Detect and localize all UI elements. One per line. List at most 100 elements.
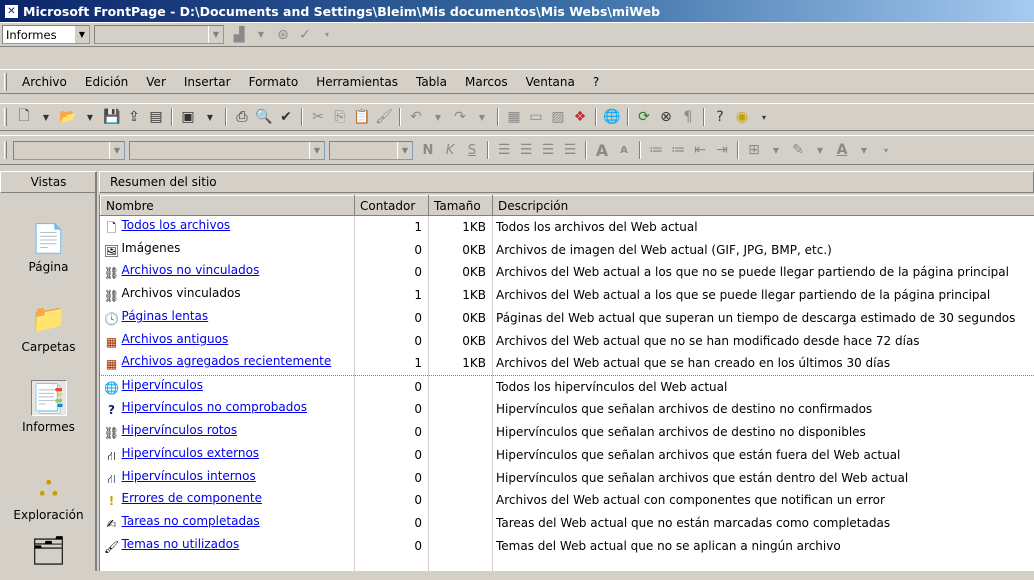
format-painter-icon[interactable]: 🖌: [374, 107, 394, 127]
chevron-down-icon[interactable]: ▾: [317, 25, 337, 45]
menu-marcos[interactable]: Marcos: [456, 75, 517, 89]
print-icon[interactable]: ⎙: [232, 107, 252, 127]
menu-ver[interactable]: Ver: [137, 75, 175, 89]
font-size-select[interactable]: ▼: [329, 141, 413, 160]
toolbar-grip[interactable]: [4, 73, 7, 91]
verify-hyperlinks-icon[interactable]: ✓: [295, 25, 315, 45]
chevron-down-icon[interactable]: ▼: [309, 142, 324, 159]
table-row[interactable]: 🖼Imágenes 0 0KB Archivos de imagen del W…: [101, 238, 1034, 261]
chevron-down-icon[interactable]: ▼: [428, 107, 448, 127]
view-pagina[interactable]: 📄 Página: [0, 220, 97, 274]
chevron-down-icon[interactable]: ▾: [754, 107, 774, 127]
column-header-tamano[interactable]: Tamaño: [429, 196, 493, 216]
report-link[interactable]: Todos los archivos: [122, 218, 231, 232]
drawing-icon[interactable]: ❖: [570, 107, 590, 127]
report-link[interactable]: Hipervínculos rotos: [122, 423, 238, 437]
view-carpetas[interactable]: 📁 Carpetas: [0, 300, 97, 354]
table-row[interactable]: ⛓Hipervínculos rotos 0 Hipervínculos que…: [101, 421, 1034, 444]
chevron-down-icon[interactable]: ▼: [109, 142, 124, 159]
align-center-icon[interactable]: ☰: [516, 140, 536, 160]
menu-archivo[interactable]: Archivo: [13, 75, 76, 89]
folder-list-icon[interactable]: ▤: [146, 107, 166, 127]
redo-icon[interactable]: ↷: [450, 107, 470, 127]
open-folder-icon[interactable]: 📂: [58, 107, 78, 127]
report-link[interactable]: Archivos antiguos: [122, 332, 229, 346]
web-component-icon[interactable]: ▦: [504, 107, 524, 127]
toolbar-grip[interactable]: [4, 141, 7, 159]
table-row[interactable]: ⛙Hipervínculos externos 0 Hipervínculos …: [101, 443, 1034, 466]
align-left-icon[interactable]: ☰: [494, 140, 514, 160]
chevron-down-icon[interactable]: ▼: [854, 140, 874, 160]
bullets-icon[interactable]: ≔: [668, 140, 688, 160]
print-preview-icon[interactable]: 🔍: [254, 107, 274, 127]
column-header-nombre[interactable]: Nombre: [101, 196, 355, 216]
chevron-down-icon[interactable]: ▼: [397, 142, 412, 159]
view-hipervinculos[interactable]: 🗂: [0, 532, 97, 572]
edit-hyperlink-icon[interactable]: ⊛: [273, 25, 293, 45]
report-link[interactable]: Hipervínculos no comprobados: [122, 400, 307, 414]
report-link[interactable]: Archivos no vinculados: [122, 263, 260, 277]
column-header-contador[interactable]: Contador: [355, 196, 429, 216]
increase-indent-icon[interactable]: ⇥: [712, 140, 732, 160]
table-row[interactable]: 🕓Páginas lentas 0 0KB Páginas del Web ac…: [101, 307, 1034, 330]
publish-web-icon[interactable]: ⇪: [124, 107, 144, 127]
table-row[interactable]: ✍Tareas no completadas 0 Tareas del Web …: [101, 512, 1034, 535]
table-row[interactable]: ⛓Archivos no vinculados 0 0KB Archivos d…: [101, 261, 1034, 284]
chevron-down-icon[interactable]: ▼: [200, 107, 220, 127]
table-row[interactable]: 🗋Todos los archivos 1 1KB Todos los arch…: [101, 216, 1034, 239]
decrease-indent-icon[interactable]: ⇤: [690, 140, 710, 160]
column-header-descripcion[interactable]: Descripción: [493, 196, 1034, 216]
cut-icon[interactable]: ✂: [308, 107, 328, 127]
table-row[interactable]: ⛓Archivos vinculados 1 1KB Archivos del …: [101, 284, 1034, 307]
view-informes[interactable]: 📑 Informes: [0, 380, 97, 434]
hyperlink-icon[interactable]: 🌐: [602, 107, 622, 127]
spelling-icon[interactable]: ✔: [276, 107, 296, 127]
report-link[interactable]: Hipervínculos internos: [122, 469, 256, 483]
chevron-down-icon[interactable]: ▼: [36, 107, 56, 127]
table-row[interactable]: 🖌Temas no utilizados 0 Temas del Web act…: [101, 535, 1034, 558]
highlight-icon[interactable]: ✎: [788, 140, 808, 160]
underline-button[interactable]: S: [462, 140, 482, 160]
report-link[interactable]: Tareas no completadas: [122, 514, 260, 528]
show-all-icon[interactable]: ¶: [678, 107, 698, 127]
new-page-icon[interactable]: 🗋: [14, 107, 34, 127]
report-link[interactable]: Errores de componente: [122, 491, 263, 505]
chevron-down-icon[interactable]: ▼: [80, 107, 100, 127]
menu-tabla[interactable]: Tabla: [407, 75, 456, 89]
numbering-icon[interactable]: ≔: [646, 140, 666, 160]
chevron-down-icon[interactable]: ▼: [74, 26, 89, 43]
table-row[interactable]: !Errores de componente 0 Archivos del We…: [101, 489, 1034, 512]
menu-edicion[interactable]: Edición: [76, 75, 137, 89]
undo-icon[interactable]: ↶: [406, 107, 426, 127]
font-color-icon[interactable]: A: [832, 140, 852, 160]
chart-icon[interactable]: ▟: [229, 25, 249, 45]
table-row[interactable]: 🌐Hipervínculos 0 Todos los hipervínculos…: [101, 375, 1034, 398]
justify-icon[interactable]: ☰: [560, 140, 580, 160]
font-select[interactable]: ▼: [129, 141, 325, 160]
refresh-icon[interactable]: ⟳: [634, 107, 654, 127]
preview-browser-icon[interactable]: ▣: [178, 107, 198, 127]
insert-picture-icon[interactable]: ▨: [548, 107, 568, 127]
toolbar-grip[interactable]: [4, 108, 7, 126]
report-select[interactable]: Informes ▼: [2, 25, 90, 44]
table-row[interactable]: ⛙Hipervínculos internos 0 Hipervínculos …: [101, 466, 1034, 489]
chevron-down-icon[interactable]: ▾: [876, 140, 896, 160]
menu-herramientas[interactable]: Herramientas: [307, 75, 407, 89]
chevron-down-icon[interactable]: ▼: [810, 140, 830, 160]
help-icon[interactable]: ?: [710, 107, 730, 127]
increase-font-icon[interactable]: A: [592, 140, 612, 160]
menu-ventana[interactable]: Ventana: [517, 75, 584, 89]
decrease-font-icon[interactable]: A: [614, 140, 634, 160]
style-select[interactable]: ▼: [13, 141, 125, 160]
chevron-down-icon[interactable]: ▼: [251, 25, 271, 45]
report-link[interactable]: Hipervínculos: [122, 378, 203, 392]
chevron-down-icon[interactable]: ▼: [472, 107, 492, 127]
bold-button[interactable]: N: [418, 140, 438, 160]
stop-icon[interactable]: ⊗: [656, 107, 676, 127]
save-icon[interactable]: 💾: [102, 107, 122, 127]
view-exploracion[interactable]: ⛬ Exploración: [0, 468, 97, 522]
menu-ayuda[interactable]: ?: [584, 75, 608, 89]
report-link[interactable]: Temas no utilizados: [122, 537, 240, 551]
report-link[interactable]: Archivos agregados recientemente: [122, 354, 332, 368]
menu-formato[interactable]: Formato: [240, 75, 308, 89]
